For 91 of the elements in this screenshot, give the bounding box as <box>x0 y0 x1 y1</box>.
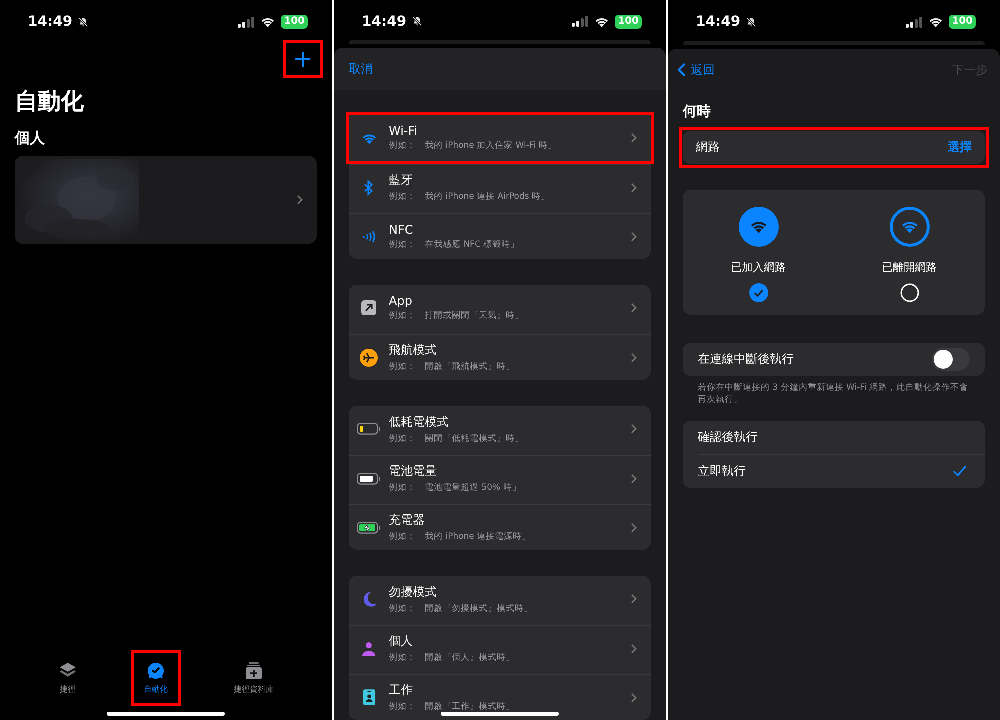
tab-bar-item[interactable]: 捷徑資料庫 <box>221 650 287 706</box>
trigger-title: 個人 <box>389 633 414 650</box>
chevron-icon <box>631 303 637 313</box>
bell-slash-icon <box>78 16 89 28</box>
back-button[interactable]: 返回 <box>678 62 715 78</box>
chevron-icon <box>631 133 637 143</box>
signal-icon <box>906 16 924 28</box>
trigger-example: 例如：「關閉『低耗電模式』時」 <box>389 432 525 444</box>
person-icon <box>361 640 377 656</box>
trigger-row[interactable]: 藍牙 例如：「我的 iPhone 連接 AirPods 時」 <box>349 164 651 210</box>
footnote-text: 若你在中斷連接的 3 分鐘內重新連接 Wi-Fi 網路，此自動化操作不會再次執行。 <box>697 382 970 407</box>
trigger-title: 藍牙 <box>389 172 414 189</box>
section-title: 個人 <box>15 129 46 148</box>
cancel-button[interactable]: 取消 <box>349 60 373 78</box>
chevron-icon <box>631 232 637 242</box>
wifi-icon <box>260 16 276 28</box>
signal-icon <box>238 16 256 28</box>
chevron-icon <box>631 644 637 654</box>
wifi-circle-icon <box>738 206 780 248</box>
trigger-title: 勿擾模式 <box>389 584 438 600</box>
status-time: 14:49 <box>696 14 741 30</box>
chevron-icon <box>631 522 637 532</box>
chevron-icon <box>631 474 637 484</box>
chevron-icon <box>297 195 303 205</box>
trigger-row[interactable]: 低耗電模式 例如：「關閉『低耗電模式』時」 <box>349 406 651 452</box>
arrow-square-icon <box>361 300 377 316</box>
toggle-label: 在連線中斷後執行 <box>698 351 794 368</box>
wifi-icon <box>594 16 610 28</box>
trigger-title: Wi-Fi <box>389 124 419 138</box>
nfc-icon <box>362 230 376 244</box>
trigger-example: 例如：「開啟『勿擾模式』模式時」 <box>389 602 534 614</box>
run-option-row[interactable]: 立即執行 <box>698 454 985 488</box>
trigger-row[interactable]: 勿擾模式 例如：「開啟『勿擾模式』模式時」 <box>349 576 651 622</box>
network-option[interactable]: 已加入網路 <box>704 206 814 303</box>
bell-slash-icon <box>412 16 423 27</box>
trigger-example: 例如：「電池電量超過 50% 時」 <box>389 482 522 494</box>
trigger-row[interactable]: NFC 例如：「在我感應 NFC 標籤時」 <box>349 213 651 259</box>
trigger-title: 飛航模式 <box>389 342 438 359</box>
status-time: 14:49 <box>28 14 73 30</box>
trigger-title: App <box>389 294 414 308</box>
trigger-row[interactable]: Wi-Fi 例如：「我的 iPhone 加入住家 Wi-Fi 時」 <box>349 115 651 161</box>
trigger-title: 充電器 <box>389 512 426 529</box>
wifi-ring-icon <box>888 206 930 248</box>
chevron-icon <box>631 424 637 434</box>
section-heading: 何時 <box>683 103 712 121</box>
bell-slash-icon <box>746 16 757 28</box>
toggle-switch[interactable] <box>932 348 970 371</box>
row-label: 網路 <box>696 139 720 156</box>
trigger-example: 例如：「打開或關閉『天氣』時」 <box>389 310 525 322</box>
battery-icon <box>357 472 381 484</box>
trigger-row[interactable]: 電池電量 例如：「電池電量超過 50% 時」 <box>349 455 651 501</box>
battery-indicator: 100 <box>281 15 308 29</box>
charging-battery-icon <box>357 522 381 534</box>
tab-bar-item[interactable]: 捷徑 <box>45 650 91 706</box>
trigger-title: 電池電量 <box>389 463 438 480</box>
trigger-row[interactable]: 飛航模式 例如：「開啟『飛航模式』時」 <box>349 334 651 380</box>
trigger-title: NFC <box>389 222 414 236</box>
signal-icon <box>572 16 590 27</box>
trigger-example: 例如：「我的 iPhone 加入住家 Wi-Fi 時」 <box>389 140 558 152</box>
network-option[interactable]: 已離開網路 <box>854 206 964 303</box>
trigger-example: 例如：「我的 iPhone 連接 AirPods 時」 <box>389 191 552 203</box>
chevron-icon <box>631 594 637 604</box>
airplane-icon <box>360 348 378 366</box>
clock-check-icon <box>146 661 166 681</box>
battery-indicator: 100 <box>949 15 976 29</box>
trigger-title: 低耗電模式 <box>389 414 450 430</box>
back-chevron-icon <box>678 63 686 77</box>
trigger-example: 例如：「開啟『工作』模式時」 <box>389 701 516 713</box>
trigger-example: 例如：「在我感應 NFC 標籤時」 <box>389 238 521 250</box>
chevron-icon <box>631 352 637 362</box>
page-title: 自動化 <box>15 88 85 117</box>
trigger-row[interactable]: 充電器 例如：「我的 iPhone 連接電源時」 <box>349 504 651 550</box>
trigger-title: 工作 <box>389 682 414 699</box>
tab-bar-item[interactable]: 自動化 <box>131 650 181 706</box>
trigger-row[interactable]: App 例如：「打開或關閉『天氣』時」 <box>349 285 651 331</box>
chevron-icon <box>631 692 637 702</box>
low-battery-icon <box>357 423 381 435</box>
trigger-example: 例如：「我的 iPhone 連接電源時」 <box>389 531 532 543</box>
id-badge-icon <box>362 689 376 706</box>
chevron-icon <box>631 182 637 192</box>
trigger-row[interactable]: 個人 例如：「開啟『個人』模式時」 <box>349 625 651 671</box>
status-time: 14:49 <box>362 14 407 30</box>
battery-indicator: 100 <box>615 14 642 28</box>
choose-button[interactable]: 選擇 <box>948 139 972 156</box>
trigger-example: 例如：「開啟『個人』模式時」 <box>389 652 516 664</box>
plus-stack-icon <box>244 661 264 681</box>
trigger-example: 例如：「開啟『飛航模式』時」 <box>389 361 516 373</box>
wifi-icon <box>928 16 944 28</box>
run-option-row[interactable]: 確認後執行 <box>698 420 985 454</box>
bluetooth-icon <box>364 180 374 196</box>
add-button[interactable]: + <box>283 40 323 78</box>
